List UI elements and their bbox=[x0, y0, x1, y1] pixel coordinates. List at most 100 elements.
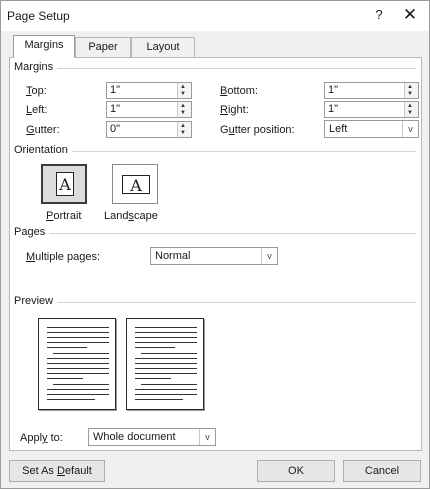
spin-arrows[interactable]: ▲ ▼ bbox=[404, 83, 418, 98]
page-glyph: A bbox=[59, 175, 71, 194]
preview-line bbox=[141, 384, 197, 385]
gutter-spinner[interactable]: 0" ▲ ▼ bbox=[106, 121, 192, 138]
label-text: tter position: bbox=[234, 124, 295, 136]
multiple-pages-value: Normal bbox=[155, 250, 191, 262]
chevron-down-icon[interactable]: v bbox=[261, 248, 277, 264]
preview-line bbox=[135, 347, 175, 348]
spin-down-icon[interactable]: ▼ bbox=[180, 130, 186, 136]
top-label: Top: bbox=[26, 85, 47, 97]
preview-line bbox=[135, 399, 183, 400]
spin-arrows[interactable]: ▲ ▼ bbox=[177, 102, 191, 117]
preview-line bbox=[135, 394, 197, 395]
dialog-title: Page Setup bbox=[7, 9, 70, 23]
pages-group-label: Pages bbox=[14, 226, 50, 238]
preview-line bbox=[135, 378, 171, 379]
spin-up-icon[interactable]: ▲ bbox=[180, 84, 186, 90]
right-margin-spinner[interactable]: 1" ▲ ▼ bbox=[324, 101, 419, 118]
preview-group-label: Preview bbox=[14, 295, 58, 307]
tab-label: Layout bbox=[146, 41, 180, 53]
spin-up-icon[interactable]: ▲ bbox=[180, 103, 186, 109]
tab-label: Margins bbox=[24, 39, 64, 51]
spin-up-icon[interactable]: ▲ bbox=[180, 123, 186, 129]
spin-arrows[interactable]: ▲ ▼ bbox=[404, 102, 418, 117]
gutter-value: 0" bbox=[110, 123, 121, 135]
spin-arrows[interactable]: ▲ ▼ bbox=[177, 83, 191, 98]
preview-line bbox=[135, 363, 197, 364]
portrait-button[interactable]: A bbox=[41, 164, 87, 204]
tab-label: Paper bbox=[88, 41, 118, 53]
margins-group-label: Margins bbox=[14, 61, 58, 73]
page-setup-dialog: Page Setup ? ✕ Margins Paper Layout Marg… bbox=[0, 0, 430, 489]
preview-page-left bbox=[38, 318, 116, 410]
preview-line bbox=[135, 373, 197, 374]
page-glyph: A bbox=[130, 176, 142, 195]
preview-line bbox=[135, 332, 197, 333]
cancel-button[interactable]: Cancel bbox=[343, 460, 421, 482]
apply-to-dropdown[interactable]: Whole document v bbox=[88, 428, 216, 446]
label-text: cape bbox=[133, 210, 158, 222]
label-text: op: bbox=[31, 85, 47, 97]
set-as-default-button[interactable]: Set As Default bbox=[9, 460, 105, 482]
bottom-label: Bottom: bbox=[220, 85, 258, 97]
preview-line bbox=[47, 389, 109, 390]
ok-button[interactable]: OK bbox=[257, 460, 335, 482]
preview-line bbox=[47, 394, 109, 395]
preview-line bbox=[47, 378, 83, 379]
spin-down-icon[interactable]: ▼ bbox=[407, 110, 413, 116]
bottom-margin-spinner[interactable]: 1" ▲ ▼ bbox=[324, 82, 419, 99]
top-margin-value: 1" bbox=[110, 84, 121, 96]
portrait-page-icon: A bbox=[56, 172, 74, 196]
preview-line bbox=[47, 368, 109, 369]
bottom-margin-value: 1" bbox=[328, 84, 339, 96]
preview-line bbox=[135, 342, 197, 343]
gutter-label: Gutter: bbox=[26, 124, 60, 136]
label-text: G bbox=[220, 124, 229, 136]
tab-paper[interactable]: Paper bbox=[75, 37, 131, 57]
close-button[interactable]: ✕ bbox=[397, 5, 423, 27]
chevron-down-icon[interactable]: v bbox=[199, 429, 215, 445]
preview-page-right bbox=[126, 318, 204, 410]
mnemonic: G bbox=[26, 124, 35, 136]
portrait-label: Portrait bbox=[46, 210, 81, 222]
spin-up-icon[interactable]: ▲ bbox=[407, 103, 413, 109]
label-text: ight: bbox=[227, 104, 249, 116]
label-text: eft: bbox=[32, 104, 48, 116]
preview-line bbox=[47, 358, 109, 359]
group-divider bbox=[18, 302, 416, 303]
preview-line bbox=[47, 363, 109, 364]
title-bar: Page Setup ? ✕ bbox=[1, 1, 429, 31]
tab-margins[interactable]: Margins bbox=[13, 35, 75, 58]
gutter-position-value: Left bbox=[329, 123, 348, 135]
preview-line bbox=[135, 337, 197, 338]
label-text: Land bbox=[104, 210, 129, 222]
label-text: utter: bbox=[34, 124, 60, 136]
help-button[interactable]: ? bbox=[369, 7, 389, 25]
orientation-group-label: Orientation bbox=[14, 144, 72, 156]
tab-layout[interactable]: Layout bbox=[131, 37, 195, 57]
right-label: Right: bbox=[220, 104, 249, 116]
spin-down-icon[interactable]: ▼ bbox=[407, 91, 413, 97]
preview-line bbox=[53, 353, 109, 354]
spin-down-icon[interactable]: ▼ bbox=[180, 91, 186, 97]
preview-line bbox=[135, 389, 197, 390]
preview-line bbox=[47, 332, 109, 333]
gutter-position-dropdown[interactable]: Left v bbox=[324, 120, 419, 138]
preview-line bbox=[47, 399, 95, 400]
right-margin-value: 1" bbox=[328, 103, 339, 115]
multiple-pages-dropdown[interactable]: Normal v bbox=[150, 247, 278, 265]
group-divider bbox=[18, 233, 416, 234]
spin-down-icon[interactable]: ▼ bbox=[180, 110, 186, 116]
landscape-button[interactable]: A bbox=[112, 164, 158, 204]
preview-line bbox=[53, 384, 109, 385]
preview-line bbox=[47, 327, 109, 328]
left-margin-spinner[interactable]: 1" ▲ ▼ bbox=[106, 101, 192, 118]
spin-arrows[interactable]: ▲ ▼ bbox=[177, 122, 191, 137]
preview-line bbox=[47, 342, 109, 343]
preview-line bbox=[141, 353, 197, 354]
top-margin-spinner[interactable]: 1" ▲ ▼ bbox=[106, 82, 192, 99]
label-text: to: bbox=[47, 432, 63, 444]
spin-up-icon[interactable]: ▲ bbox=[407, 84, 413, 90]
chevron-down-icon[interactable]: v bbox=[402, 121, 418, 137]
group-divider bbox=[18, 68, 416, 69]
label-text: ortrait bbox=[53, 210, 82, 222]
